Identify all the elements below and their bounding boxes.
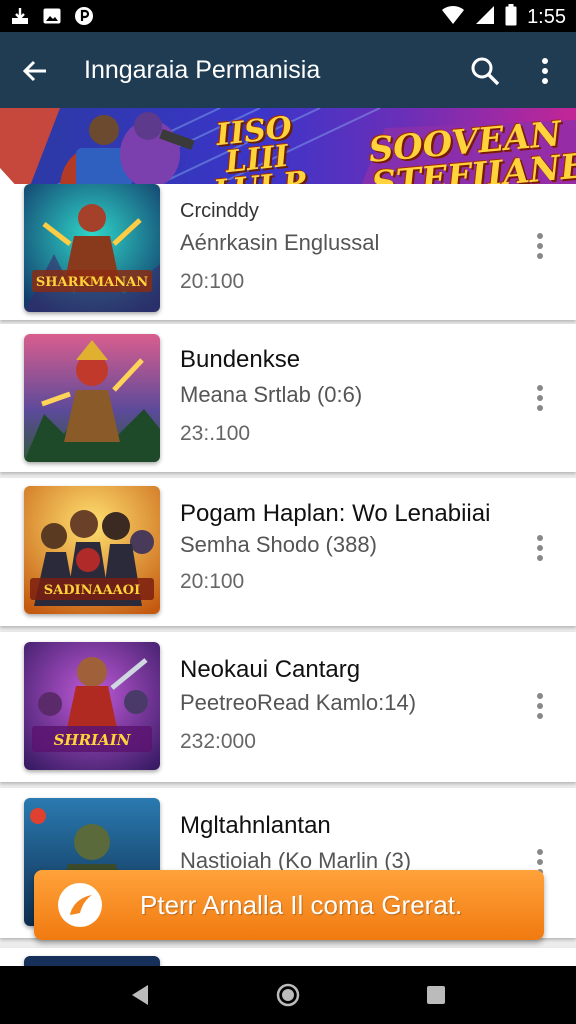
flame-icon	[58, 883, 102, 927]
arrow-back-icon[interactable]	[18, 54, 52, 88]
game-subtitle: Aénrkasin Englussal	[180, 230, 380, 255]
game-thumbnail[interactable]	[24, 334, 160, 462]
game-count: 20:100	[180, 570, 245, 593]
game-count: 232:000	[180, 730, 256, 753]
nav-back-icon[interactable]	[130, 984, 150, 1011]
game-subtitle: Meana Srtlab (0:6)	[180, 382, 363, 407]
game-thumbnail[interactable]: SHRIAIN	[24, 642, 160, 770]
thumbnail-caption: SHARKMANAN	[36, 275, 148, 290]
app-bar: Inngaraia Permanisia	[0, 32, 576, 108]
game-subtitle: Semha Shodo (388)	[180, 532, 377, 557]
game-title: Crcinddy	[180, 200, 259, 222]
battery-icon	[505, 4, 517, 31]
install-button[interactable]: Pterr Arnalla Il coma Grerat.	[34, 870, 544, 940]
game-thumbnail[interactable]: SHARKMANAN	[24, 184, 160, 312]
nav-home-icon[interactable]	[276, 983, 300, 1012]
list-item[interactable]: SHRIAIN Neokaui Cantarg PeetreoRead Kaml…	[0, 632, 576, 782]
game-count: 20:100	[180, 270, 245, 293]
list-item[interactable]: SHARKMANAN Crcinddy Aénrkasin Englussal …	[0, 184, 576, 320]
thumbnail-caption: SHRIAIN	[54, 731, 132, 749]
list-item[interactable]: SADINAAAOI Pogam Haplan: Wo Lenabiiai Se…	[0, 478, 576, 626]
list-item[interactable]: Bundenkse Meana Srtlab (0:6) 23:.100	[0, 324, 576, 472]
signal-icon	[475, 5, 495, 30]
wifi-icon	[441, 5, 465, 30]
thumbnail-caption: SADINAAAOI	[44, 583, 140, 598]
app-title: Inngaraia Permanisia	[84, 56, 321, 84]
game-thumbnail[interactable]	[24, 956, 160, 966]
game-count: 23:.100	[180, 422, 251, 445]
game-title: Mgltahnlantan	[180, 812, 331, 839]
system-nav-bar	[0, 966, 576, 1024]
more-vert-icon[interactable]	[528, 380, 552, 416]
game-subtitle: PeetreoRead Kamlo:14)	[180, 690, 417, 715]
game-title: Neokaui Cantarg	[180, 656, 361, 683]
game-thumbnail[interactable]: SADINAAAOI	[24, 486, 160, 614]
p-app-icon	[74, 6, 94, 26]
game-title: Bundenkse	[180, 346, 301, 373]
more-vert-icon[interactable]	[528, 530, 552, 566]
download-icon	[10, 6, 30, 26]
more-vert-icon[interactable]	[528, 688, 552, 724]
status-bar: 1:55	[0, 0, 576, 32]
more-vert-icon[interactable]	[530, 54, 560, 88]
clock: 1:55	[527, 6, 566, 28]
install-button-label: Pterr Arnalla Il coma Grerat.	[140, 890, 463, 920]
list-item[interactable]	[0, 948, 576, 966]
more-vert-icon[interactable]	[528, 228, 552, 264]
nav-recents-icon[interactable]	[426, 985, 446, 1010]
game-list: SHARKMANAN Crcinddy Aénrkasin Englussal …	[0, 184, 576, 966]
photo-icon	[42, 6, 62, 26]
search-icon[interactable]	[468, 54, 502, 88]
game-title: Pogam Haplan: Wo Lenabiiai	[180, 500, 491, 527]
